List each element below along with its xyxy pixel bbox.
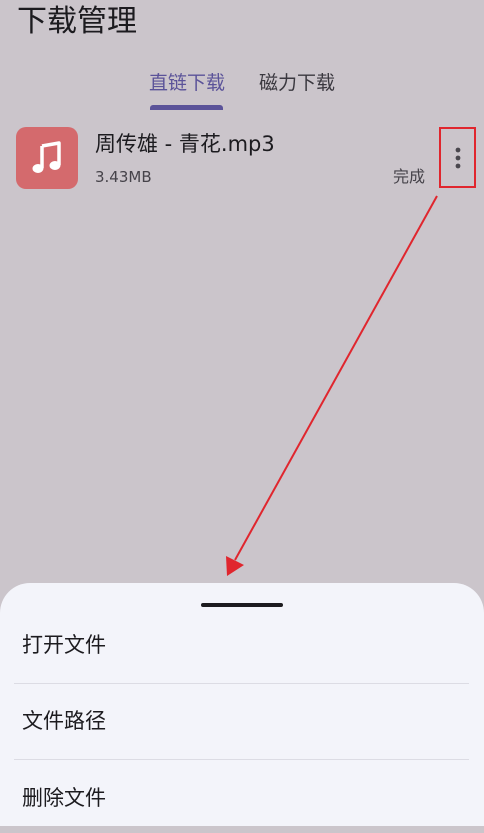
delete-file-option[interactable]: 删除文件 <box>0 763 484 833</box>
music-note-icon <box>16 127 78 189</box>
drag-handle[interactable] <box>201 603 283 607</box>
open-file-option[interactable]: 打开文件 <box>0 610 484 680</box>
divider <box>14 683 469 684</box>
file-path-label: 文件路径 <box>22 709 106 733</box>
tab-magnet-download[interactable]: 磁力下载 <box>250 64 344 110</box>
divider <box>14 759 469 760</box>
tab-bar: 直链下载 磁力下载 <box>0 64 484 110</box>
download-status: 完成 <box>393 167 426 186</box>
bottom-sheet: 打开文件 文件路径 删除文件 <box>0 583 484 826</box>
file-path-option[interactable]: 文件路径 <box>0 686 484 756</box>
page-title: 下载管理 <box>17 4 137 39</box>
file-name: 周传雄 - 青花.mp3 <box>95 132 275 156</box>
tab-indicator <box>150 105 223 110</box>
download-item[interactable]: 周传雄 - 青花.mp3 3.43MB 完成 <box>0 120 484 196</box>
delete-file-label: 删除文件 <box>22 786 106 810</box>
tab-direct-download[interactable]: 直链下载 <box>140 64 234 110</box>
file-size: 3.43MB <box>95 168 152 186</box>
more-options-button[interactable] <box>439 127 476 188</box>
open-file-label: 打开文件 <box>22 633 106 657</box>
more-vert-icon <box>455 147 460 168</box>
